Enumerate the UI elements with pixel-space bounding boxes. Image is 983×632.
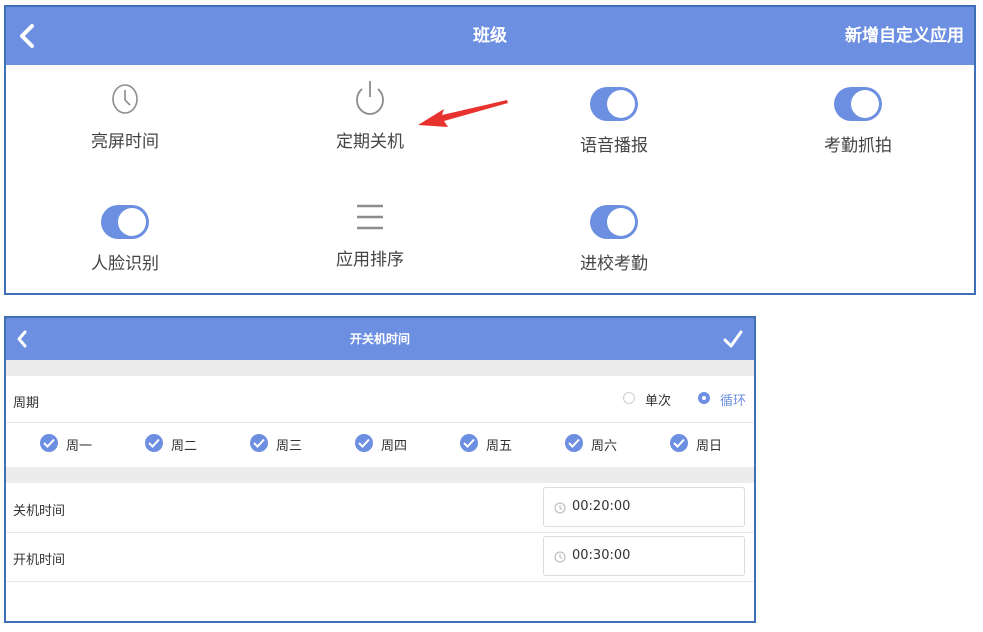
radio-label: 循环	[720, 394, 747, 409]
day-checkbox-tue[interactable]: 周二	[145, 434, 205, 456]
divider	[6, 532, 754, 533]
time-value: 00:30:00	[572, 548, 631, 563]
day-checkbox-mon[interactable]: 周一	[40, 434, 100, 456]
check-circle-icon	[565, 434, 583, 452]
tile-label: 进校考勤	[580, 254, 648, 274]
day-checkbox-sat[interactable]: 周六	[565, 434, 625, 456]
shutdown-time-input[interactable]: 00:20:00	[543, 487, 745, 527]
day-label: 周五	[486, 439, 513, 454]
cycle-label: 周期	[13, 396, 40, 411]
tile-label: 亮屏时间	[91, 132, 159, 152]
day-label: 周二	[171, 439, 198, 454]
divider	[6, 422, 754, 423]
startup-time-input[interactable]: 00:30:00	[543, 536, 745, 576]
day-label: 周三	[276, 439, 303, 454]
menu-icon	[357, 204, 383, 230]
day-checkbox-sun[interactable]: 周日	[670, 434, 730, 456]
red-arrow-icon	[418, 100, 508, 127]
day-checkbox-thu[interactable]: 周四	[355, 434, 415, 456]
header-bar: 开关机时间	[6, 318, 754, 360]
header-bar: 班级 新增自定义应用	[6, 7, 974, 65]
page-title: 班级	[473, 26, 507, 46]
check-circle-icon	[40, 434, 58, 452]
radio-checked-icon	[698, 392, 710, 404]
tile-label: 语音播报	[580, 136, 648, 156]
power-schedule-panel: 开关机时间 周期 单次 循环 周一 周二 周三 周四 周五 周六 周日 关机时间…	[4, 316, 756, 623]
add-custom-app-button[interactable]: 新增自定义应用	[845, 7, 964, 65]
day-label: 周日	[696, 439, 723, 454]
time-value: 00:20:00	[572, 499, 631, 514]
clock-icon	[554, 502, 566, 514]
radio-loop[interactable]: 循环	[698, 390, 750, 409]
confirm-check-icon[interactable]	[722, 328, 744, 350]
toggle-switch[interactable]	[590, 205, 638, 239]
radio-once[interactable]: 单次	[623, 390, 675, 409]
tile-label: 考勤抓拍	[824, 136, 892, 156]
toggle-switch[interactable]	[590, 87, 638, 121]
app-settings-panel: 班级 新增自定义应用 亮屏时间 定期关机 语音播报 考勤抓拍 人脸识别 应用排序…	[4, 5, 976, 295]
shutdown-time-label: 关机时间	[13, 504, 66, 519]
radio-label: 单次	[645, 394, 672, 409]
clock-icon	[112, 84, 138, 114]
startup-time-label: 开机时间	[13, 553, 66, 568]
check-circle-icon	[145, 434, 163, 452]
day-label: 周四	[381, 439, 408, 454]
tile-label: 应用排序	[336, 250, 404, 270]
page-title: 开关机时间	[349, 332, 410, 346]
check-circle-icon	[250, 434, 268, 452]
check-circle-icon	[355, 434, 373, 452]
clock-icon	[554, 551, 566, 563]
tile-label: 定期关机	[336, 132, 404, 152]
check-circle-icon	[670, 434, 688, 452]
toggle-switch[interactable]	[101, 205, 149, 239]
divider	[6, 581, 754, 582]
section-spacer	[6, 467, 754, 483]
day-checkbox-fri[interactable]: 周五	[460, 434, 520, 456]
power-icon	[356, 81, 384, 115]
toggle-switch[interactable]	[834, 87, 882, 121]
day-checkbox-wed[interactable]: 周三	[250, 434, 310, 456]
tile-label: 人脸识别	[91, 254, 159, 274]
radio-unchecked-icon	[623, 392, 635, 404]
check-circle-icon	[460, 434, 478, 452]
day-label: 周六	[591, 439, 618, 454]
section-spacer	[6, 360, 754, 376]
day-label: 周一	[66, 439, 93, 454]
